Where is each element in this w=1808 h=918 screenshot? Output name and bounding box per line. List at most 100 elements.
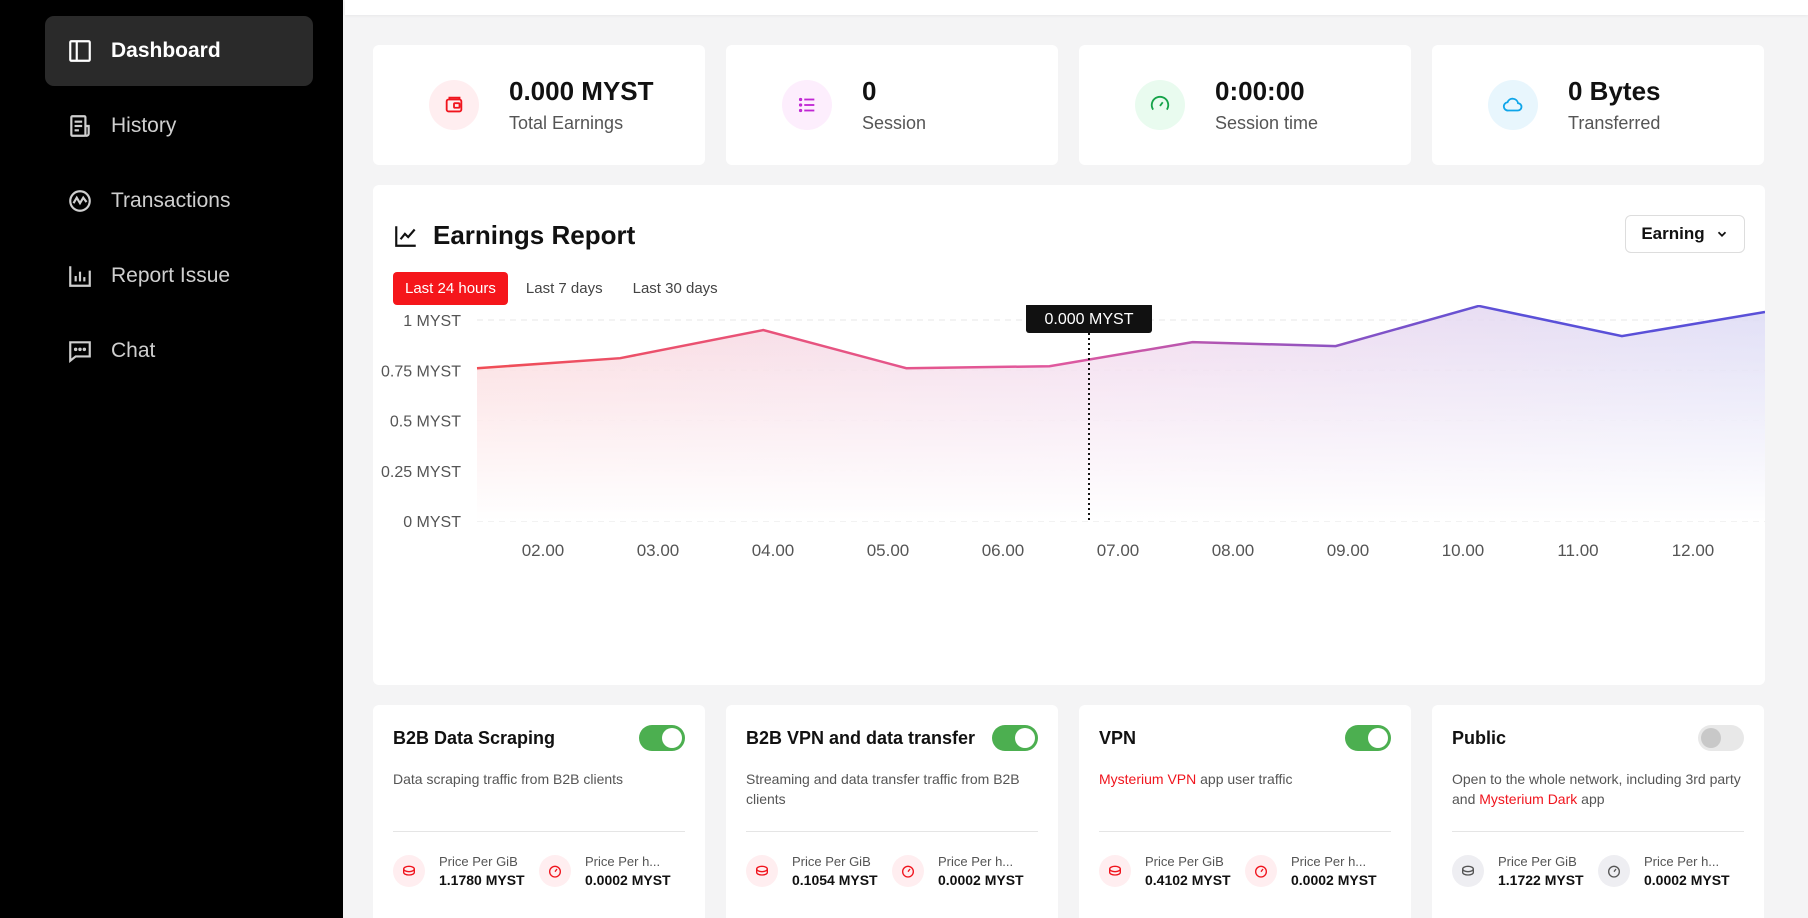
service-toggle[interactable] xyxy=(1698,725,1744,751)
sidebar-item-label: Dashboard xyxy=(111,39,221,62)
stopwatch-icon xyxy=(539,855,571,887)
stat-card-transferred: 0 Bytes Transferred xyxy=(1432,45,1764,165)
sidebar-item-label: Chat xyxy=(111,339,156,362)
tooltip-text: 0.000 MYST xyxy=(1045,311,1134,328)
price-value: 0.0002 MYST xyxy=(1291,872,1377,888)
divider xyxy=(393,831,685,832)
stat-card-session: 0 Session xyxy=(726,45,1058,165)
price-value: 0.1054 MYST xyxy=(792,872,878,888)
x-tick-label: 10.00 xyxy=(1442,541,1485,560)
sidebar-item-history[interactable]: History xyxy=(45,91,313,161)
list-icon xyxy=(782,80,832,130)
price-per-gib: Price Per GiB 0.4102 MYST xyxy=(1099,854,1245,888)
y-tick-label: 1 MYST xyxy=(403,313,461,330)
service-description: Mysterium VPN app user traffic xyxy=(1099,769,1391,819)
service-card-b2b-vpn-and-data-transfer: B2B VPN and data transfer Streaming and … xyxy=(726,705,1058,918)
service-description: Data scraping traffic from B2B clients xyxy=(393,769,685,819)
tab-last-30-days[interactable]: Last 30 days xyxy=(621,272,730,305)
sidebar-item-dashboard[interactable]: Dashboard xyxy=(45,16,313,86)
history-icon xyxy=(70,115,90,137)
price-label: Price Per h... xyxy=(1644,854,1720,869)
sidebar-item-chat[interactable]: Chat xyxy=(45,316,313,386)
earning-dropdown[interactable]: Earning xyxy=(1625,215,1745,253)
main-content: 0.000 MYST Total Earnings 0 Session 0:00:0… xyxy=(343,0,1808,918)
price-value: 0.0002 MYST xyxy=(938,872,1024,888)
x-tick-label: 05.00 xyxy=(867,541,910,560)
price-label: Price Per GiB xyxy=(1498,854,1577,869)
speedometer-icon xyxy=(1135,80,1185,130)
chart-title-text: Earnings Report xyxy=(433,220,636,250)
toggle-knob xyxy=(1701,728,1721,748)
x-tick-label: 03.00 xyxy=(637,541,680,560)
toggle-knob xyxy=(1015,728,1035,748)
price-per-hour: Price Per h... 0.0002 MYST xyxy=(1598,854,1744,888)
sidebar-item-label: History xyxy=(111,114,177,137)
sidebar-item-report-issue[interactable]: Report Issue xyxy=(45,241,313,311)
x-tick-label: 11.00 xyxy=(1557,541,1598,560)
price-per-hour: Price Per h... 0.0002 MYST xyxy=(539,854,685,888)
price-value: 0.0002 MYST xyxy=(585,872,671,888)
x-tick-label: 07.00 xyxy=(1097,541,1140,560)
service-name: B2B Data Scraping xyxy=(393,727,556,748)
price-value: 0.4102 MYST xyxy=(1145,872,1231,888)
price-label: Price Per GiB xyxy=(439,854,518,869)
sidebar-item-label: Report Issue xyxy=(111,264,231,287)
service-link[interactable]: Mysterium VPN xyxy=(1099,771,1196,787)
y-tick-label: 0.5 MYST xyxy=(390,414,461,431)
report-issue-icon xyxy=(69,266,91,287)
service-link[interactable]: Mysterium Dark xyxy=(1479,791,1577,807)
service-desc-text: Data scraping traffic from B2B clients xyxy=(393,771,624,787)
earnings-report-card: Earnings Report Earning Last 24 hours La… xyxy=(373,185,1765,685)
divider xyxy=(746,831,1038,832)
dropdown-value: Earning xyxy=(1641,224,1705,243)
toggle-knob xyxy=(662,728,682,748)
wallet-icon xyxy=(429,80,479,130)
time-range-tabs: Last 24 hours Last 7 days Last 30 days xyxy=(393,272,736,305)
price-label: Price Per h... xyxy=(938,854,1014,869)
price-label: Price Per h... xyxy=(585,854,661,869)
sidebar-item-transactions[interactable]: Transactions xyxy=(45,166,313,236)
earnings-report-title: Earnings Report xyxy=(393,220,635,251)
price-per-gib: Price Per GiB 0.1054 MYST xyxy=(746,854,892,888)
price-label: Price Per GiB xyxy=(792,854,871,869)
service-name: B2B VPN and data transfer xyxy=(746,727,976,748)
price-per-hour: Price Per h... 0.0002 MYST xyxy=(892,854,1038,888)
chat-icon xyxy=(69,341,91,364)
tab-last-7-days[interactable]: Last 7 days xyxy=(514,272,615,305)
chevron-down-icon xyxy=(1717,231,1726,237)
service-desc-text: app xyxy=(1577,791,1605,807)
price-value: 0.0002 MYST xyxy=(1644,872,1730,888)
tab-last-24-hours[interactable]: Last 24 hours xyxy=(393,272,508,305)
stat-value: 0.000 MYST xyxy=(509,76,654,106)
transactions-icon xyxy=(69,190,91,212)
service-toggle[interactable] xyxy=(992,725,1038,751)
coins-icon xyxy=(1099,855,1131,887)
sidebar-item-label: Transactions xyxy=(111,189,231,212)
x-tick-label: 04.00 xyxy=(752,541,795,560)
earnings-chart: 0 MYST 0.25 MYST 0.5 MYST 0.75 MYST 1 MYST 02… xyxy=(381,305,1765,560)
stat-label: Session xyxy=(862,113,927,133)
divider xyxy=(1099,831,1391,832)
service-description: Open to the whole network, including 3rd… xyxy=(1452,769,1744,819)
service-card-public: Public Open to the whole network, includ… xyxy=(1432,705,1764,918)
service-name: Public xyxy=(1452,727,1507,748)
x-tick-label: 06.00 xyxy=(982,541,1025,560)
price-per-hour: Price Per h... 0.0002 MYST xyxy=(1245,854,1391,888)
price-per-gib: Price Per GiB 1.1780 MYST xyxy=(393,854,539,888)
price-per-gib: Price Per GiB 1.1722 MYST xyxy=(1452,854,1598,888)
coins-icon xyxy=(393,855,425,887)
x-tick-label: 02.00 xyxy=(522,541,565,560)
toggle-knob xyxy=(1368,728,1388,748)
service-toggle[interactable] xyxy=(1345,725,1391,751)
service-card-b2b-data-scraping: B2B Data Scraping Data scraping traffic … xyxy=(373,705,705,918)
stat-label: Transferred xyxy=(1568,113,1661,133)
stat-value: 0:00:00 xyxy=(1215,76,1305,106)
service-desc-text: app user traffic xyxy=(1196,771,1293,787)
top-bar xyxy=(345,0,1808,15)
stopwatch-icon xyxy=(892,855,924,887)
price-value: 1.1722 MYST xyxy=(1498,872,1584,888)
service-toggle[interactable] xyxy=(639,725,685,751)
x-tick-label: 12.00 xyxy=(1672,541,1715,560)
divider xyxy=(1452,831,1744,832)
stat-value: 0 xyxy=(862,76,877,106)
